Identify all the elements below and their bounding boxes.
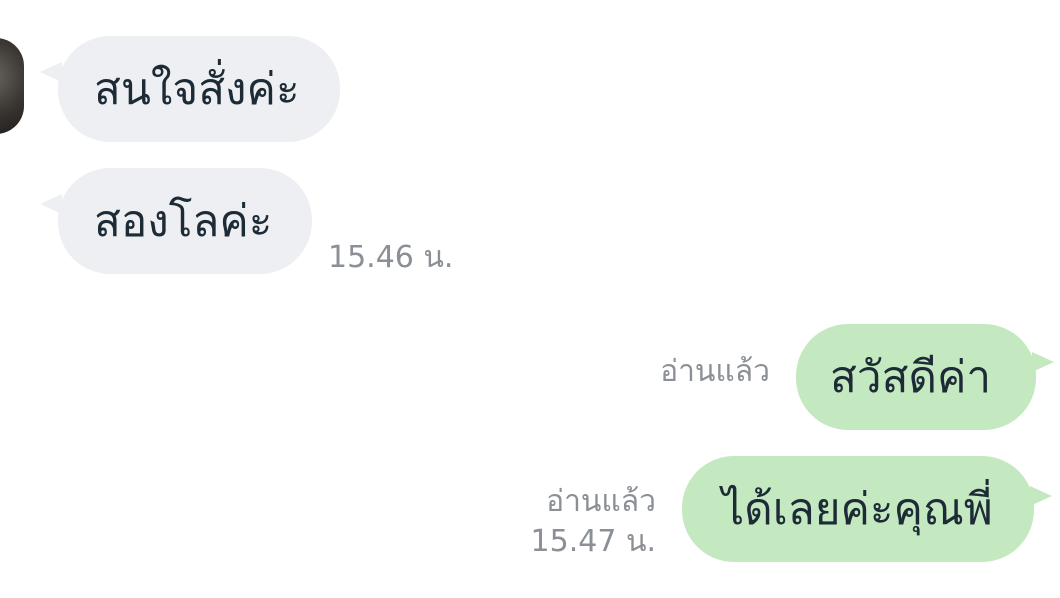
incoming-message-text: สนใจสั่งค่ะ bbox=[94, 64, 300, 115]
outgoing-bubble-tail bbox=[1030, 486, 1052, 506]
incoming-message-text: สองโลค่ะ bbox=[94, 196, 273, 247]
message-read-status: อ่านแล้ว 15.47 น. bbox=[531, 482, 656, 562]
outgoing-bubble-tail bbox=[1032, 352, 1054, 372]
incoming-message-bubble[interactable]: สนใจสั่งค่ะ bbox=[58, 36, 340, 142]
read-status-text: อ่านแล้ว bbox=[660, 354, 770, 389]
incoming-message-bubble[interactable]: สองโลค่ะ bbox=[58, 168, 312, 274]
outgoing-message-bubble[interactable]: ได้เลยค่ะคุณพี่ bbox=[682, 456, 1034, 562]
timestamp-text: 15.47 น. bbox=[530, 524, 656, 559]
outgoing-message-text: ได้เลยค่ะคุณพี่ bbox=[722, 484, 993, 535]
timestamp-text: 15.46 น. bbox=[328, 240, 454, 275]
read-status-text: อ่านแล้ว bbox=[546, 484, 656, 519]
contact-avatar[interactable] bbox=[0, 38, 24, 134]
message-read-status: อ่านแล้ว bbox=[660, 352, 770, 392]
outgoing-message-text: สวัสดีค่า bbox=[830, 352, 992, 403]
message-timestamp: 15.46 น. bbox=[328, 238, 453, 278]
outgoing-message-bubble[interactable]: สวัสดีค่า bbox=[796, 324, 1036, 430]
